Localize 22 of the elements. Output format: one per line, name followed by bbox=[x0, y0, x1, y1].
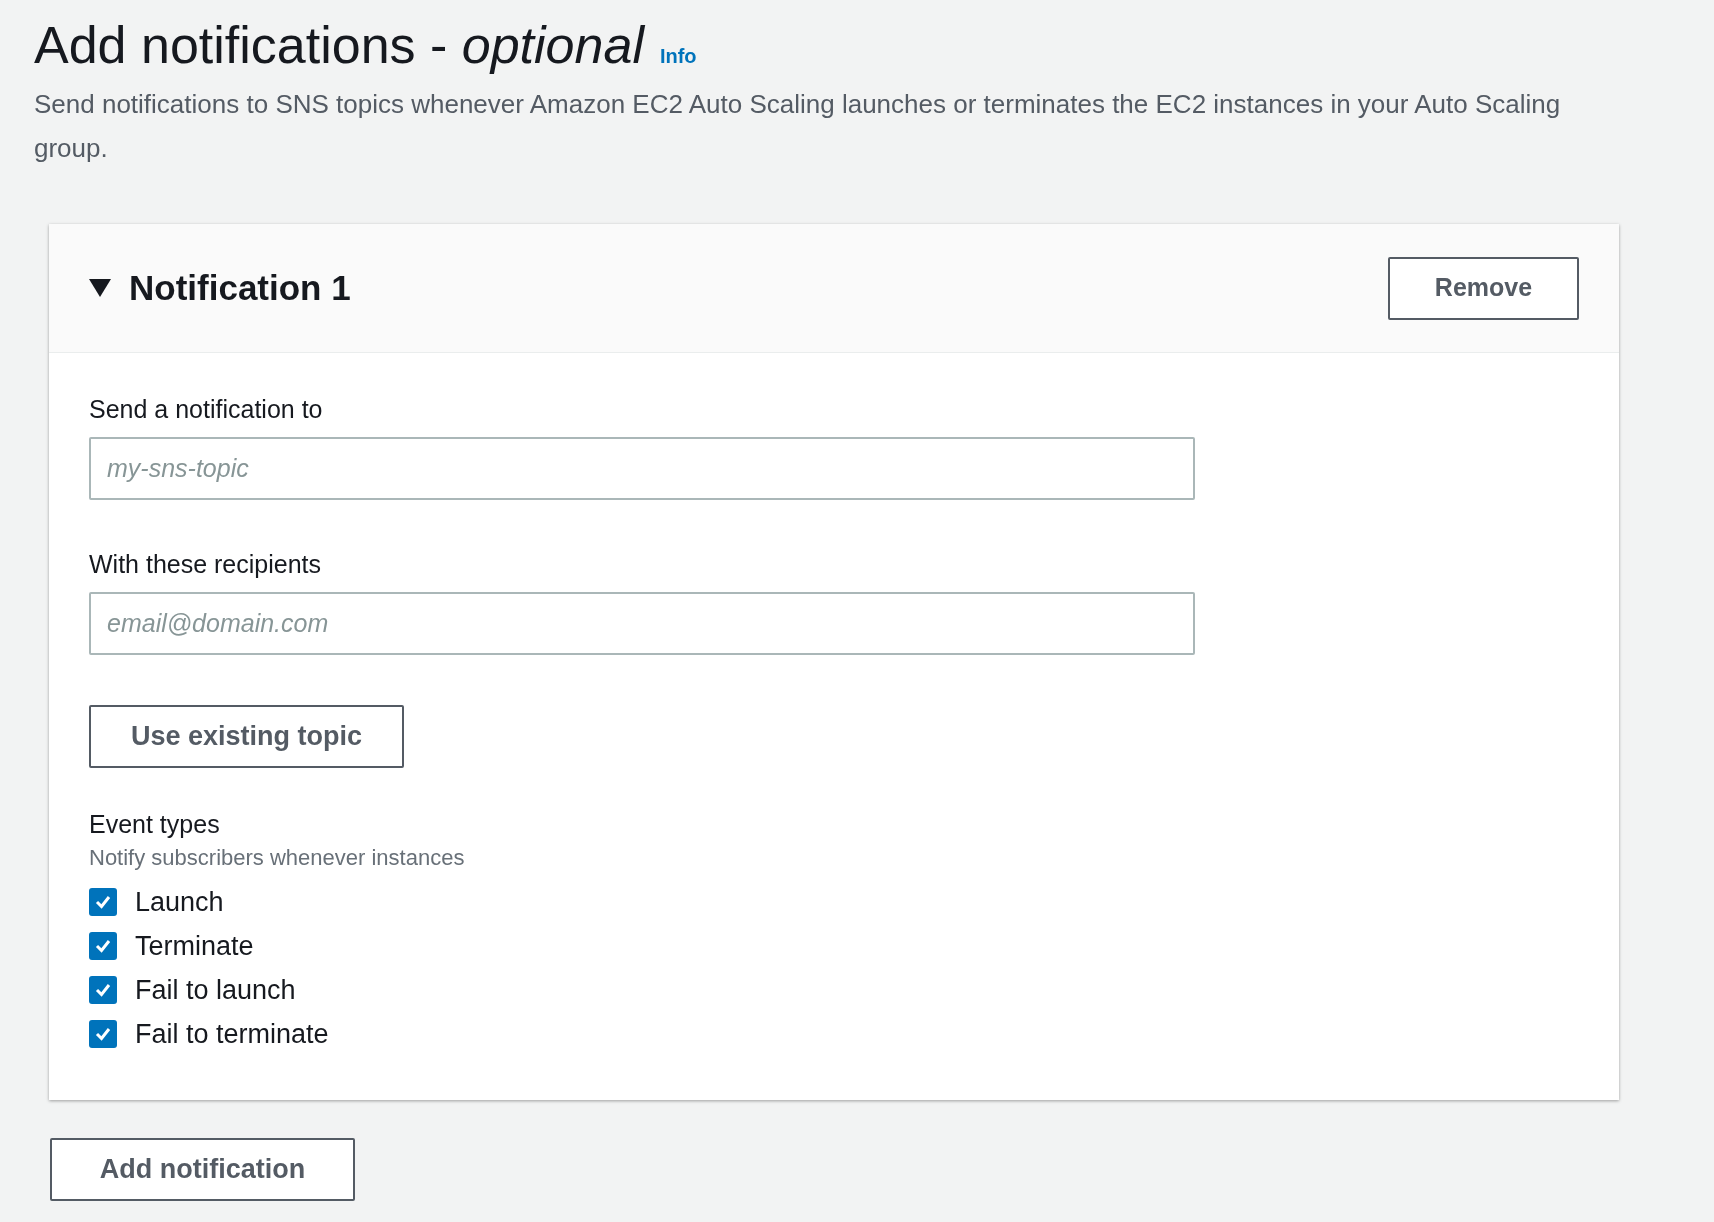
add-notification-button[interactable]: Add notification bbox=[50, 1138, 355, 1201]
checkbox[interactable] bbox=[89, 932, 117, 960]
page-description: Send notifications to SNS topics whenever Amazon EC2 Auto Scaling launches or terminates the EC2 instances in your Auto Scaling group. bbox=[34, 88, 1562, 165]
info-link[interactable]: Info bbox=[659, 41, 697, 71]
event-types-label: Event types bbox=[89, 809, 221, 840]
event-types-description: Notify subscribers whenever instances bbox=[89, 844, 466, 872]
checkbox[interactable] bbox=[89, 888, 117, 916]
checkbox-label: Terminate bbox=[135, 929, 254, 963]
checkbox[interactable] bbox=[89, 1020, 117, 1048]
caret-icon[interactable] bbox=[89, 279, 111, 297]
use-existing-topic-button[interactable]: Use existing topic bbox=[89, 705, 405, 768]
remove-button[interactable]: Remove bbox=[1388, 256, 1579, 320]
checkbox-label: Fail to launch bbox=[135, 973, 296, 1007]
field-label: With these recipients bbox=[89, 549, 323, 580]
checkbox-label: Launch bbox=[135, 885, 224, 919]
field-label: Send a notification to bbox=[89, 394, 324, 425]
text-input[interactable]: email@domain.com bbox=[89, 592, 1195, 655]
page-title: Add notifications - optional bbox=[34, 15, 644, 76]
checkbox[interactable] bbox=[89, 976, 117, 1004]
text-input[interactable]: my-sns-topic bbox=[89, 437, 1195, 500]
checkbox-label: Fail to terminate bbox=[135, 1017, 329, 1051]
notification-title: Notification 1 bbox=[129, 266, 351, 309]
